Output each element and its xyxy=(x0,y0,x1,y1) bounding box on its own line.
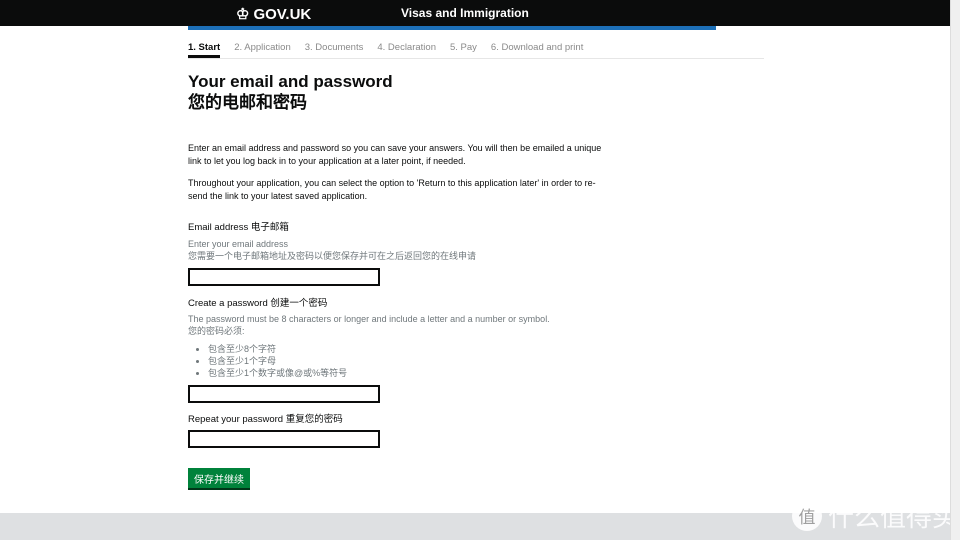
step-declaration: 4. Declaration xyxy=(377,42,436,53)
password-rule: 包含至少8个字符 xyxy=(208,343,608,355)
password-rule: 包含至少1个字母 xyxy=(208,355,608,367)
intro-text-2: Throughout your application, you can sel… xyxy=(188,178,596,201)
header: ♔ GOV.UK Visas and Immigration xyxy=(0,0,950,26)
password-rules: 包含至少8个字符 包含至少1个字母 包含至少1个数字或像@或%等符号 xyxy=(188,343,608,379)
password-label: Create a password 创建一个密码 xyxy=(188,298,328,309)
password-input[interactable] xyxy=(188,385,380,403)
page-title: Your email and password xyxy=(188,72,393,91)
step-documents: 3. Documents xyxy=(304,42,364,53)
password-rule: 包含至少1个数字或像@或%等符号 xyxy=(208,367,608,379)
password-hint: The password must be 8 characters or lon… xyxy=(188,314,550,324)
scrollbar[interactable] xyxy=(950,0,960,540)
header-accent-bar xyxy=(188,26,716,30)
password-hint-chinese: 您的密码必须: xyxy=(188,326,245,336)
main-content: Your email and password 您的电邮和密码 Enter an… xyxy=(188,72,608,488)
step-navigation: 1. Start 2. Application 3. Documents 4. … xyxy=(188,42,764,59)
crown-icon: ♔ xyxy=(236,6,250,23)
watermark-badge: 值 xyxy=(792,500,822,531)
step-pay: 5. Pay xyxy=(449,42,477,53)
email-label: Email address 电子邮箱 xyxy=(188,222,289,233)
watermark-text: 什么值得买 xyxy=(828,502,959,532)
repeat-password-label: Repeat your password 重复您的密码 xyxy=(188,414,343,425)
email-hint: Enter your email address xyxy=(188,239,289,249)
watermark: 值什么值得买 xyxy=(792,497,958,534)
page-title-chinese: 您的电邮和密码 xyxy=(188,93,307,112)
step-application: 2. Application xyxy=(234,42,291,53)
save-and-continue-button[interactable]: 保存并继续 xyxy=(188,468,250,488)
service-name[interactable]: Visas and Immigration xyxy=(401,6,529,20)
step-start: 1. Start xyxy=(188,42,221,58)
govuk-logo[interactable]: ♔ GOV.UK xyxy=(236,5,311,24)
repeat-password-input[interactable] xyxy=(188,430,380,448)
email-hint-chinese: 您需要一个电子邮箱地址及密码以便您保存并可在之后返回您的在线申请 xyxy=(188,251,477,261)
step-download: 6. Download and print xyxy=(490,42,584,53)
intro-text: Enter an email address and password so y… xyxy=(188,143,602,166)
email-input[interactable] xyxy=(188,268,380,286)
